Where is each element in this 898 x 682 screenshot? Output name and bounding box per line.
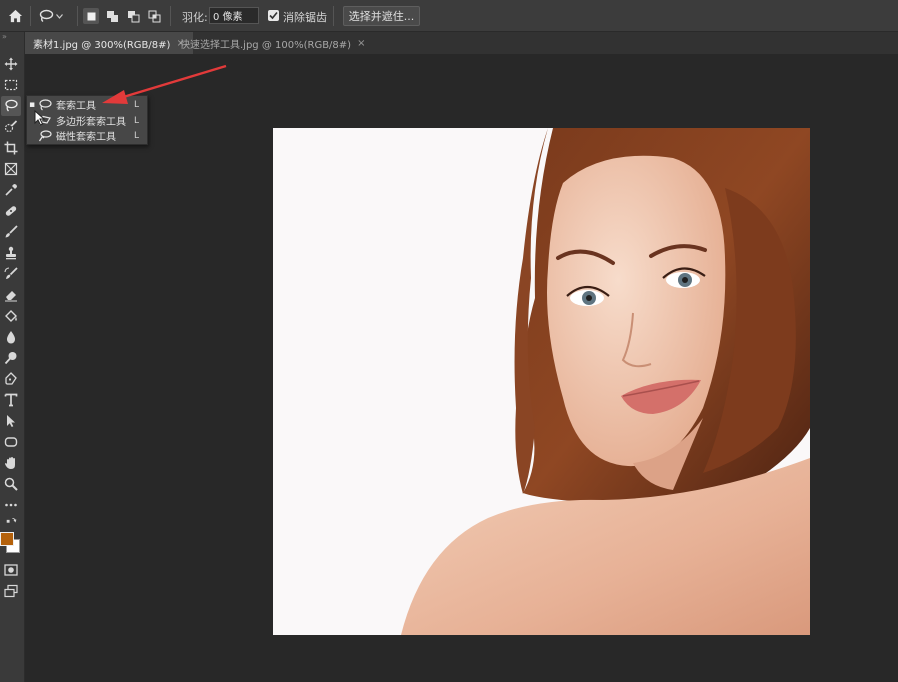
quick-mask-icon <box>4 564 18 576</box>
close-tab-icon[interactable]: × <box>357 38 365 49</box>
move-tool[interactable] <box>1 54 21 74</box>
flyout-item-label: 多边形套索工具 <box>56 117 126 128</box>
add-to-selection-button[interactable] <box>104 8 120 24</box>
shortcut-key: L <box>134 130 140 141</box>
lasso-tool[interactable] <box>1 96 21 116</box>
feather-label: 羽化: <box>182 11 208 24</box>
arrow-pointer-icon <box>7 415 15 427</box>
anti-alias-checkbox[interactable] <box>268 10 279 21</box>
dodge-tool[interactable] <box>1 348 21 368</box>
screen-mode-icon <box>4 584 18 598</box>
new-selection-icon <box>87 12 95 20</box>
type-icon <box>4 393 18 407</box>
stamp-icon <box>6 246 16 260</box>
more-icon <box>5 503 17 507</box>
frame-tool[interactable] <box>1 159 21 179</box>
magnetic-lasso-icon <box>37 129 53 142</box>
paint-bucket-tool[interactable] <box>1 306 21 326</box>
brush-tool[interactable] <box>1 222 21 242</box>
foreground-color-swatch[interactable] <box>0 532 14 546</box>
add-to-selection-icon <box>106 10 118 22</box>
document-tab[interactable]: 快速选择工具.jpg @ 100%(RGB/8#) × <box>172 32 373 54</box>
annotation-arrow-icon <box>102 64 227 104</box>
portrait-photo <box>273 128 810 635</box>
chevron-down-icon <box>56 13 63 19</box>
quick-select-tool[interactable] <box>1 117 21 137</box>
clone-stamp-tool[interactable] <box>1 243 21 263</box>
eraser-tool[interactable] <box>1 285 21 305</box>
hand-tool[interactable] <box>1 453 21 473</box>
active-tool-bullet: ▪ <box>28 99 36 110</box>
shortcut-key: L <box>134 115 140 126</box>
eraser-icon <box>5 291 17 302</box>
tab-label: 素材1.jpg @ 300%(RGB/8#) <box>33 39 171 51</box>
pen-icon <box>5 372 17 385</box>
marquee-tool[interactable] <box>1 75 21 95</box>
crop-tool[interactable] <box>1 138 21 158</box>
divider <box>170 6 171 26</box>
lasso-icon <box>5 99 18 112</box>
rectangular-marquee-icon <box>4 79 18 91</box>
pen-tool[interactable] <box>1 369 21 389</box>
type-tool[interactable] <box>1 390 21 410</box>
brush-icon <box>5 225 18 238</box>
home-icon <box>8 9 22 23</box>
divider <box>77 6 78 26</box>
screen-mode-button[interactable] <box>1 581 21 601</box>
edit-toolbar-button[interactable] <box>1 495 21 515</box>
eyedropper-icon <box>5 184 17 196</box>
subtract-from-selection-icon <box>127 10 139 22</box>
paint-bucket-icon <box>5 310 17 322</box>
frame-icon <box>4 162 18 176</box>
subtract-from-selection-button[interactable] <box>125 8 141 24</box>
tools-panel: » <box>0 32 25 682</box>
water-drop-icon <box>6 331 16 344</box>
bandage-icon <box>5 206 17 216</box>
flyout-item-magnetic-lasso[interactable]: 磁性套索工具 L <box>27 128 147 143</box>
collapse-panel-icon[interactable]: » <box>2 32 7 41</box>
tab-label: 快速选择工具.jpg @ 100%(RGB/8#) <box>180 39 352 51</box>
divider <box>333 6 334 26</box>
swap-colors-icon <box>6 518 17 523</box>
divider <box>30 6 31 26</box>
document-tab-active[interactable]: 素材1.jpg @ 300%(RGB/8#) × <box>25 32 193 54</box>
select-and-mask-button[interactable]: 选择并遮住... <box>343 6 420 26</box>
home-button[interactable] <box>5 6 25 26</box>
swap-colors-button[interactable] <box>1 516 21 528</box>
hand-icon <box>5 457 15 469</box>
checkmark-icon <box>269 11 278 20</box>
move-icon <box>4 57 18 71</box>
zoom-tool[interactable] <box>1 474 21 494</box>
new-selection-button[interactable] <box>83 8 99 24</box>
dodge-icon <box>4 352 17 365</box>
anti-alias-label: 消除锯齿 <box>283 11 327 24</box>
quick-selection-brush-icon <box>4 120 18 133</box>
mouse-cursor-icon <box>34 110 46 126</box>
tool-preset-picker[interactable] <box>38 6 70 26</box>
feather-input[interactable] <box>209 7 259 24</box>
history-brush-tool[interactable] <box>1 264 21 284</box>
path-selection-tool[interactable] <box>1 411 21 431</box>
options-bar: 羽化: 消除锯齿 选择并遮住... <box>0 0 898 32</box>
lasso-icon <box>39 9 54 23</box>
rounded-rectangle-icon <box>4 437 18 447</box>
healing-brush-tool[interactable] <box>1 201 21 221</box>
history-brush-icon <box>4 267 18 279</box>
crop-icon <box>4 141 18 155</box>
flyout-item-label: 磁性套索工具 <box>56 132 116 143</box>
blur-tool[interactable] <box>1 327 21 347</box>
document-canvas[interactable] <box>273 128 810 635</box>
intersect-with-selection-button[interactable] <box>146 8 162 24</box>
eyedropper-tool[interactable] <box>1 180 21 200</box>
quick-mask-button[interactable] <box>1 560 21 580</box>
document-tab-bar: 素材1.jpg @ 300%(RGB/8#) × 快速选择工具.jpg @ 10… <box>25 32 898 54</box>
intersect-with-selection-icon <box>148 10 160 22</box>
shape-tool[interactable] <box>1 432 21 452</box>
magnifier-icon <box>4 477 18 491</box>
